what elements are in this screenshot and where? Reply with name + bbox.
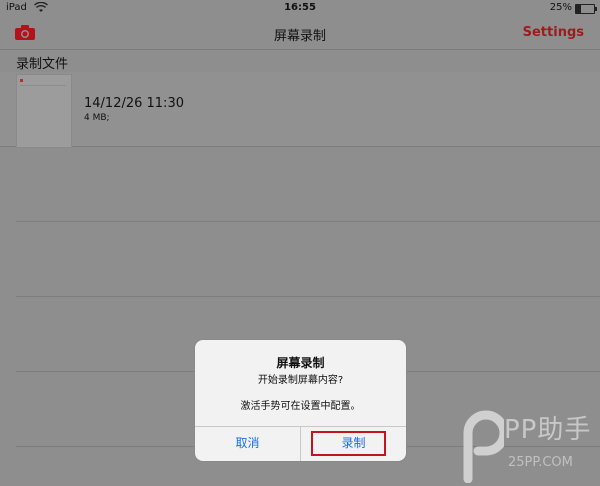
watermark-site: 25PP.COM xyxy=(508,455,573,470)
alert-hint: 激活手势可在设置中配置。 xyxy=(240,401,361,412)
table-separator xyxy=(16,221,600,222)
record-alert-dialog: 屏幕录制 开始录制屏幕内容? 激活手势可在设置中配置。 取消 录制 xyxy=(195,340,406,461)
page-title: 屏幕录制 xyxy=(273,29,326,44)
file-size: 4 MB; xyxy=(84,113,110,123)
file-date: 14/12/26 11:30 xyxy=(84,96,184,111)
battery-percent: 25% xyxy=(549,2,572,13)
alert-message: 开始录制屏幕内容? xyxy=(257,375,344,386)
battery-icon xyxy=(575,4,597,14)
status-time: 16:55 xyxy=(284,2,316,13)
record-button[interactable]: 录制 xyxy=(301,426,406,461)
cancel-button[interactable]: 取消 xyxy=(195,426,300,461)
pp-logo-icon xyxy=(463,410,504,483)
table-separator xyxy=(16,296,600,297)
settings-button[interactable]: Settings xyxy=(523,25,584,40)
section-header: 录制文件 xyxy=(16,57,69,72)
navigation-bar: 屏幕录制 Settings xyxy=(0,17,600,50)
alert-title: 屏幕录制 xyxy=(276,356,325,370)
status-bar: iPad 16:55 25% xyxy=(0,0,600,17)
pp-watermark: PP助手 25PP.COM xyxy=(460,403,600,486)
watermark-brand: PP助手 xyxy=(504,415,592,445)
video-thumbnail xyxy=(16,74,72,148)
